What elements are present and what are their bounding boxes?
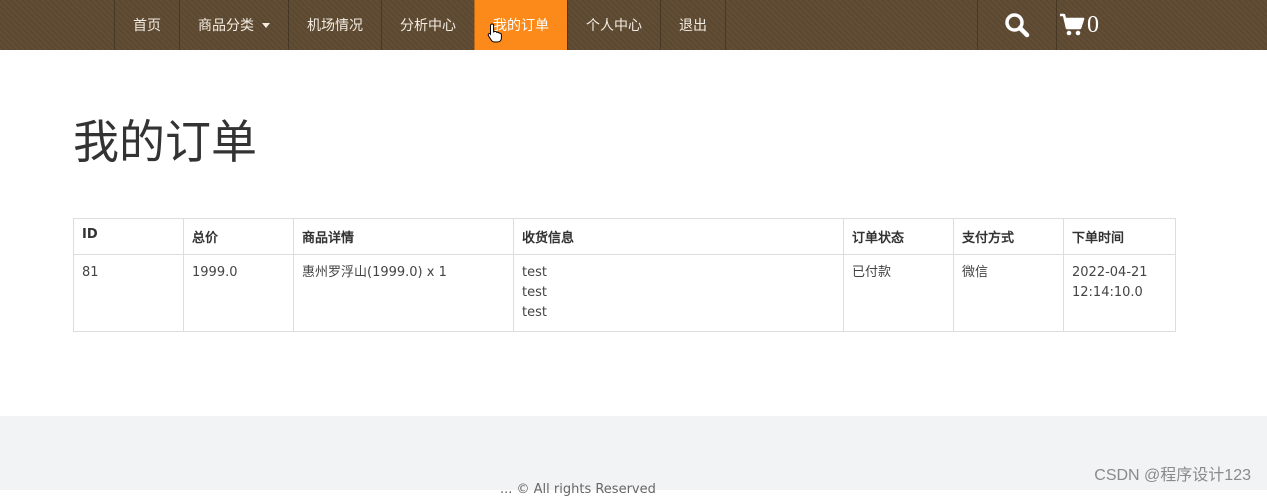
page-title: 我的订单 [73,115,257,169]
order-id: 81 [73,254,184,332]
column-header-id: ID [73,218,184,255]
table-header-row: ID 总价 商品详情 收货信息 订单状态 支付方式 下单时间 [73,218,1176,255]
nav-item-logout[interactable]: 退出 [660,0,726,50]
search-button[interactable] [977,0,1056,50]
column-header-total: 总价 [183,218,294,255]
shipping-line: test [522,305,547,320]
order-time: 2022-04-21 12:14:10.0 [1063,254,1176,332]
caret-down-icon [262,22,270,28]
order-status: 已付款 [843,254,954,332]
nav-item-airport[interactable]: 机场情况 [288,0,381,50]
column-header-shipping: 收货信息 [513,218,844,255]
shipping-line: test [522,285,547,300]
nav-menu: 首页 商品分类 机场情况 分析中心 我的订单 个人中心 退出 [114,0,726,50]
column-header-status: 订单状态 [843,218,954,255]
nav-item-label: 商品分类 [198,18,254,34]
nav-item-home[interactable]: 首页 [114,0,179,50]
cart-button[interactable]: 0 [1056,0,1134,50]
nav-item-label: 分析中心 [400,18,456,34]
order-payment: 微信 [953,254,1064,332]
column-header-payment: 支付方式 [953,218,1064,255]
nav-item-categories[interactable]: 商品分类 [179,0,288,50]
watermark: CSDN @程序设计123 [1094,467,1251,484]
cart-icon [1060,13,1085,36]
footer: ... © All rights Reserved [0,416,1267,497]
order-time-clock: 12:14:10.0 [1072,285,1143,300]
nav-item-label: 机场情况 [307,18,363,34]
shipping-line: test [522,265,547,280]
column-header-detail: 商品详情 [293,218,514,255]
cart-count: 0 [1087,11,1099,38]
order-total: 1999.0 [183,254,294,332]
nav-tools: 0 [977,0,1134,50]
orders-table: ID 总价 商品详情 收货信息 订单状态 支付方式 下单时间 81 1999.0… [73,218,1176,332]
nav-item-analysis[interactable]: 分析中心 [381,0,474,50]
nav-item-label: 首页 [133,18,161,34]
column-header-time: 下单时间 [1063,218,1176,255]
search-icon [1005,13,1030,38]
nav-item-profile[interactable]: 个人中心 [567,0,660,50]
order-shipping: test test test [513,254,844,332]
table-row: 81 1999.0 惠州罗浮山(1999.0) x 1 test test te… [73,254,1176,332]
order-time-date: 2022-04-21 [1072,265,1148,280]
nav-item-label: 退出 [679,18,707,34]
hand-cursor-icon [487,23,502,43]
nav-item-label: 个人中心 [586,18,642,34]
order-detail: 惠州罗浮山(1999.0) x 1 [293,254,514,332]
top-navbar: 首页 商品分类 机场情况 分析中心 我的订单 个人中心 退出 0 [0,0,1267,50]
